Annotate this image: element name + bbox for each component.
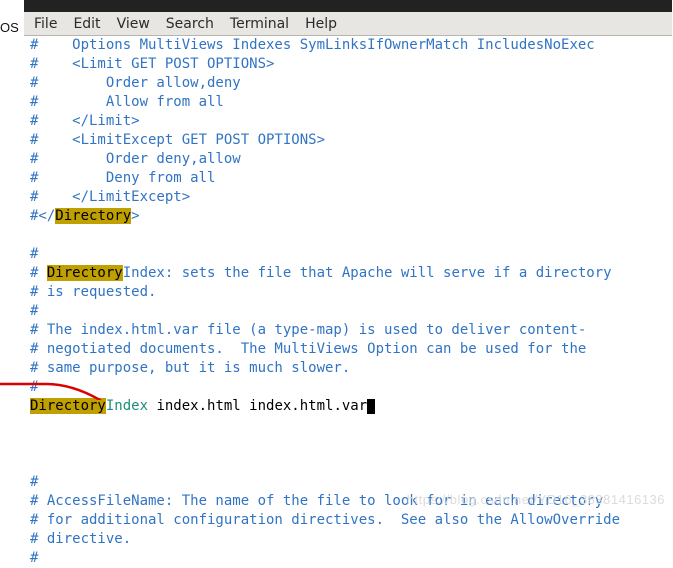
text-cursor	[367, 399, 375, 414]
editor-line[interactable]: # <LimitExcept GET POST OPTIONS>	[30, 131, 672, 150]
editor-line[interactable]: # negotiated documents. The MultiViews O…	[30, 340, 672, 359]
editor-line[interactable]: # DirectoryIndex: sets the file that Apa…	[30, 264, 672, 283]
editor-line[interactable]	[30, 226, 672, 245]
editor-line[interactable]: #	[30, 549, 672, 568]
editor-line[interactable]: # </Limit>	[30, 112, 672, 131]
text-editor-area[interactable]: # Options MultiViews Indexes SymLinksIfO…	[30, 36, 672, 517]
editor-line[interactable]: # Order allow,deny	[30, 74, 672, 93]
menu-search[interactable]: Search	[166, 16, 214, 32]
editor-line[interactable]: # <Limit GET POST OPTIONS>	[30, 55, 672, 74]
editor-line[interactable]: #	[30, 378, 672, 397]
editor-line[interactable]	[30, 454, 672, 473]
menu-help[interactable]: Help	[305, 16, 337, 32]
menu-edit[interactable]: Edit	[73, 16, 100, 32]
menu-terminal[interactable]: Terminal	[230, 16, 289, 32]
watermark-text: https://blog.csdn.net/YD16_38381416136	[407, 492, 665, 507]
editor-line[interactable]: # directive.	[30, 530, 672, 549]
editor-line[interactable]: #</Directory>	[30, 207, 672, 226]
editor-line[interactable]: # same purpose, but it is much slower.	[30, 359, 672, 378]
editor-line[interactable]	[30, 435, 672, 454]
editor-line[interactable]: # Order deny,allow	[30, 150, 672, 169]
editor-line[interactable]: DirectoryIndex index.html index.html.var	[30, 397, 672, 416]
editor-line[interactable]: #	[30, 302, 672, 321]
editor-line[interactable]: # Allow from all	[30, 93, 672, 112]
editor-line[interactable]: # The index.html.var file (a type-map) i…	[30, 321, 672, 340]
editor-line[interactable]: # is requested.	[30, 283, 672, 302]
editor-line[interactable]: # for additional configuration directive…	[30, 511, 672, 530]
menu-bar: File Edit View Search Terminal Help	[24, 12, 672, 36]
editor-line[interactable]	[30, 416, 672, 435]
left-margin-text: OS	[0, 20, 24, 35]
menu-file[interactable]: File	[34, 16, 57, 32]
editor-line[interactable]: #	[30, 245, 672, 264]
editor-line[interactable]: # Options MultiViews Indexes SymLinksIfO…	[30, 36, 672, 55]
editor-line[interactable]: # Deny from all	[30, 169, 672, 188]
window-title-bar[interactable]	[24, 0, 672, 12]
editor-line[interactable]: # </LimitExcept>	[30, 188, 672, 207]
menu-view[interactable]: View	[117, 16, 150, 32]
editor-line[interactable]: #	[30, 473, 672, 492]
